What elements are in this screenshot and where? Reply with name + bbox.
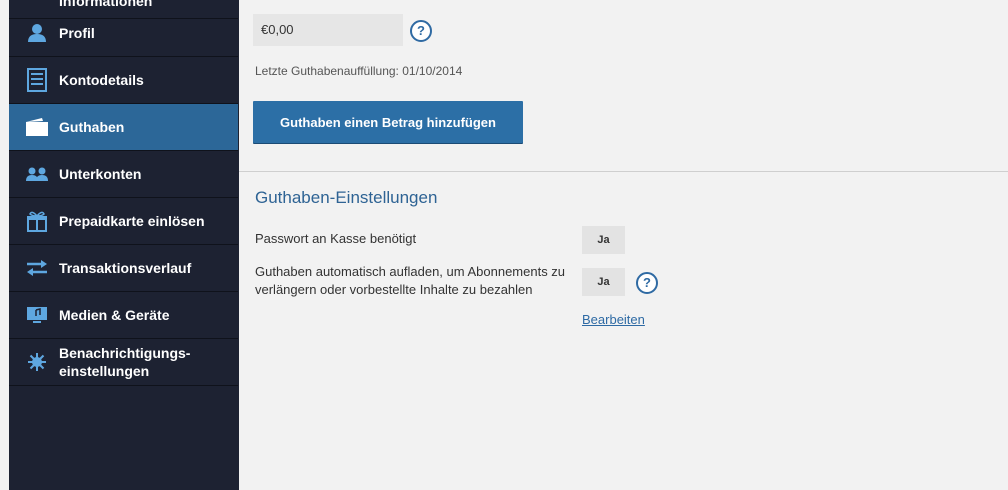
add-balance-button[interactable]: Guthaben einen Betrag hinzufügen xyxy=(253,101,523,143)
settings-title: Guthaben-Einstellungen xyxy=(255,188,438,207)
sidebar-item-label: Informationen xyxy=(59,0,153,9)
sidebar-item-medien-geraete[interactable]: Medien & Geräte xyxy=(9,292,238,339)
edit-settings-link[interactable]: Bearbeiten xyxy=(582,312,645,327)
sidebar-item-profil[interactable]: Profil xyxy=(9,10,238,57)
subaccounts-icon xyxy=(25,162,49,186)
sidebar-item-label: Guthaben xyxy=(59,119,125,135)
gift-icon xyxy=(25,209,49,233)
sidebar-item-label: Unterkonten xyxy=(59,166,142,182)
notification-gear-icon xyxy=(25,350,49,374)
sidebar-item-prepaidkarte[interactable]: Prepaidkarte einlösen xyxy=(9,198,238,245)
balance-value: €0,00 xyxy=(253,14,403,46)
sidebar-item-label: Transaktionsverlauf xyxy=(59,260,192,276)
sidebar-item-guthaben[interactable]: Guthaben xyxy=(9,104,238,151)
setting-label-auto-topup: Guthaben automatisch aufladen, um Abonne… xyxy=(255,264,566,297)
sidebar-item-label: Kontodetails xyxy=(59,72,144,88)
wallet-icon xyxy=(25,115,49,139)
sidebar-item-label: Prepaidkarte einlösen xyxy=(59,213,205,229)
last-topup-text: Letzte Guthabenauffüllung: 01/10/2014 xyxy=(255,64,463,78)
section-divider xyxy=(239,171,1008,172)
setting-value-password: Ja xyxy=(582,226,625,254)
profile-icon xyxy=(25,21,49,45)
sidebar: Informationen Profil Kontodetails Guthab… xyxy=(9,0,239,490)
sidebar-item-kontodetails[interactable]: Kontodetails xyxy=(9,57,238,104)
help-icon[interactable]: ? xyxy=(636,272,658,294)
account-details-icon xyxy=(25,68,49,92)
sidebar-item-label: Medien & Geräte xyxy=(59,307,170,323)
sidebar-item-label: Benachrichtigungs- einstellungen xyxy=(59,345,191,379)
main-content: €0,00 ? Letzte Guthabenauffüllung: 01/10… xyxy=(239,0,1008,490)
setting-label-password: Passwort an Kasse benötigt xyxy=(255,231,417,246)
help-icon[interactable]: ? xyxy=(410,20,432,42)
setting-value-auto-topup: Ja xyxy=(582,268,625,296)
left-edge-strip xyxy=(0,0,9,490)
transfer-arrows-icon xyxy=(25,256,49,280)
sidebar-item-transaktionsverlauf[interactable]: Transaktionsverlauf xyxy=(9,245,238,292)
media-devices-icon xyxy=(25,303,49,327)
sidebar-item-unterkonten[interactable]: Unterkonten xyxy=(9,151,238,198)
sidebar-item-label: Profil xyxy=(59,25,95,41)
sidebar-item-benachrichtigungen[interactable]: Benachrichtigungs- einstellungen xyxy=(9,339,238,386)
